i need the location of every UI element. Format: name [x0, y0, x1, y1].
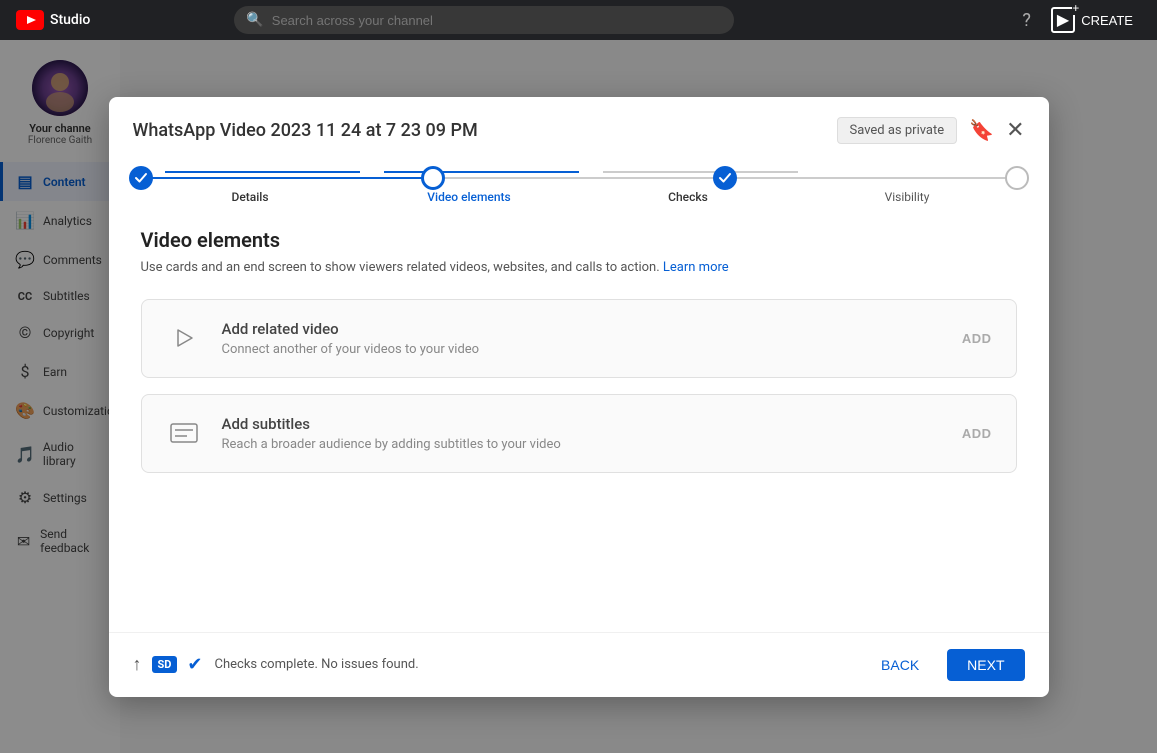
check-circle-icon: ✔	[187, 654, 202, 675]
section-title: Video elements	[141, 228, 1017, 252]
add-subtitles-button[interactable]: ADD	[962, 426, 992, 441]
learn-more-link[interactable]: Learn more	[663, 260, 729, 275]
step-circle-video	[421, 166, 445, 190]
hd-badge: SD	[152, 656, 178, 673]
subtitles-card-icon	[166, 415, 202, 451]
step-circle-visibility	[1005, 166, 1029, 190]
modal-header: WhatsApp Video 2023 11 24 at 7 23 09 PM …	[109, 97, 1049, 144]
modal-body: Video elements Use cards and an end scre…	[109, 204, 1049, 632]
studio-label: Studio	[50, 12, 90, 28]
add-related-video-button[interactable]: ADD	[962, 331, 992, 346]
section-desc: Use cards and an end screen to show view…	[141, 260, 1017, 275]
youtube-icon	[16, 10, 44, 30]
search-input[interactable]	[272, 13, 723, 28]
close-icon[interactable]: ✕	[1006, 118, 1024, 143]
upload-icon: ↑	[133, 654, 142, 675]
step-circle-checks-wrapper	[725, 177, 1017, 179]
subtitles-desc: Reach a broader audience by adding subti…	[222, 437, 942, 452]
step-circle-details	[129, 166, 153, 190]
top-bar: Studio 🔍 ? + ▶ CREATE	[0, 0, 1157, 40]
subtitles-title: Add subtitles	[222, 415, 942, 433]
line-3	[725, 177, 1017, 179]
checkmark-checks	[718, 171, 732, 185]
subtitles-info: Add subtitles Reach a broader audience b…	[222, 415, 942, 452]
step-circle-details-wrapper	[141, 177, 433, 179]
create-button[interactable]: + ▶ CREATE	[1043, 3, 1141, 37]
step-circle-video-wrapper	[433, 177, 725, 179]
help-icon[interactable]: ?	[1022, 10, 1031, 31]
related-video-card: Add related video Connect another of you…	[141, 299, 1017, 378]
modal-title: WhatsApp Video 2023 11 24 at 7 23 09 PM	[133, 120, 478, 141]
bookmark-icon[interactable]: 🔖	[969, 118, 994, 142]
search-bar[interactable]: 🔍	[234, 6, 734, 34]
play-icon	[166, 320, 202, 356]
create-icon: + ▶	[1051, 7, 1075, 33]
create-label: CREATE	[1081, 13, 1133, 28]
step-circle-checks	[713, 166, 737, 190]
top-bar-right: ? + ▶ CREATE	[1022, 3, 1141, 37]
steps-circles-row	[141, 152, 1017, 204]
related-video-title: Add related video	[222, 320, 942, 338]
modal-backdrop: WhatsApp Video 2023 11 24 at 7 23 09 PM …	[0, 40, 1157, 753]
line-2	[433, 177, 725, 179]
next-button[interactable]: NEXT	[947, 649, 1024, 681]
saved-badge: Saved as private	[837, 117, 958, 144]
related-video-info: Add related video Connect another of you…	[222, 320, 942, 357]
modal-header-right: Saved as private 🔖 ✕	[837, 117, 1025, 144]
checkmark-details	[134, 171, 148, 185]
video-upload-modal: WhatsApp Video 2023 11 24 at 7 23 09 PM …	[109, 97, 1049, 697]
logo: Studio	[16, 10, 90, 30]
related-video-desc: Connect another of your videos to your v…	[222, 342, 942, 357]
subtitles-card: Add subtitles Reach a broader audience b…	[141, 394, 1017, 473]
back-button[interactable]: BACK	[865, 649, 935, 681]
footer-icons: ↑ SD ✔	[133, 654, 203, 675]
modal-footer: ↑ SD ✔ Checks complete. No issues found.…	[109, 632, 1049, 697]
footer-status: Checks complete. No issues found.	[215, 657, 854, 672]
line-1	[141, 177, 433, 179]
search-icon: 🔍	[246, 12, 263, 28]
